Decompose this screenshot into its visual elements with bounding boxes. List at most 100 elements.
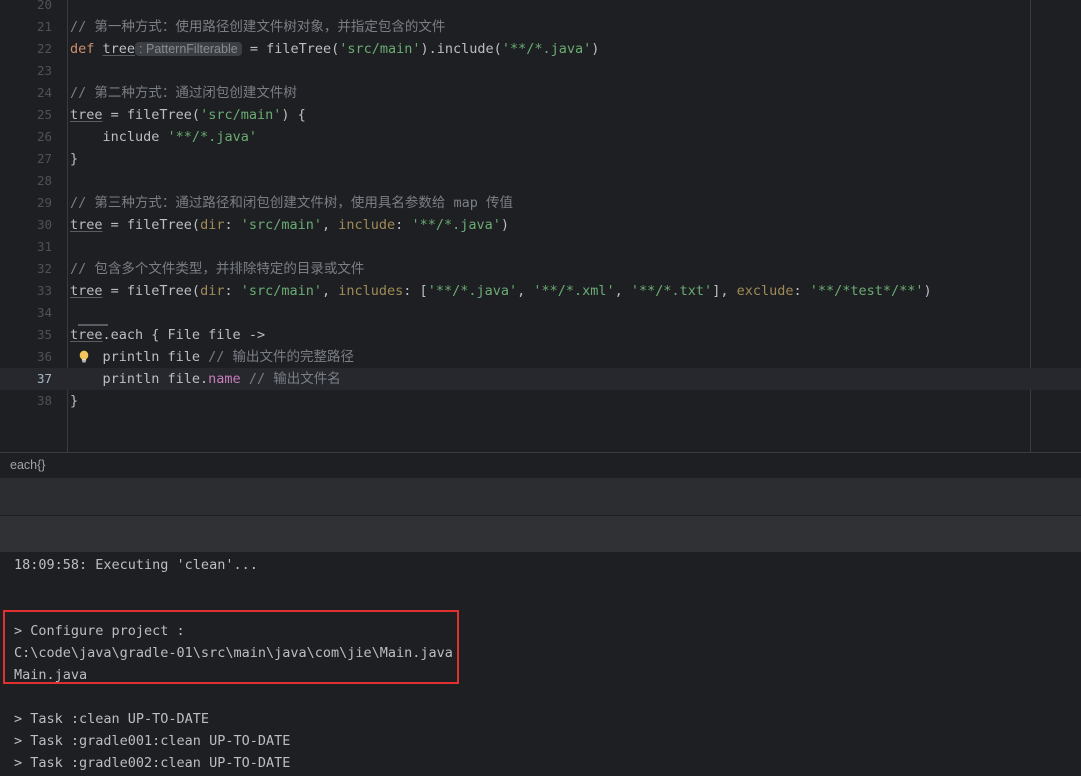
run-toolbar-band <box>0 516 1081 552</box>
code-line[interactable]: 31 <box>0 236 1081 258</box>
code-token: // 输出文件名 <box>248 371 341 387</box>
line-number: 33 <box>36 283 52 298</box>
code-text: tree.each { File file -> <box>70 324 265 346</box>
code-token: ) <box>923 283 932 299</box>
code-token: , <box>322 217 339 233</box>
code-token: , <box>322 283 339 299</box>
code-token: name <box>208 371 241 387</box>
code-line[interactable]: 32 // 包含多个文件类型，并排除特定的目录或文件 <box>0 258 1081 280</box>
code-line[interactable]: 25 tree = fileTree('src/main') { <box>0 104 1081 126</box>
tool-window-header-band <box>0 478 1081 516</box>
console-line: > Task :gradle002:clean UP-TO-DATE <box>14 755 291 771</box>
line-number: 25 <box>36 107 52 122</box>
line-number: 29 <box>36 195 52 210</box>
code-text: println file // 输出文件的完整路径 <box>70 346 355 368</box>
code-line[interactable]: 28 <box>0 170 1081 192</box>
code-token: exclude <box>736 283 794 299</box>
inlay-type-hint[interactable]: : PatternFilterable <box>135 42 242 56</box>
code-token: = fileTree( <box>102 107 201 123</box>
console-line: > Task :clean UP-TO-DATE <box>14 711 210 727</box>
code-line[interactable]: 30 tree = fileTree(dir: 'src/main', inclu… <box>0 214 1081 236</box>
code-token: ], <box>712 283 737 299</box>
code-token: '**/*.java' <box>427 283 518 299</box>
code-token: includes <box>338 283 404 299</box>
code-token: // 输出文件的完整路径 <box>208 349 355 365</box>
code-line[interactable]: 35 tree.each { File file -> <box>0 324 1081 346</box>
line-number: 21 <box>36 19 52 34</box>
line-number: 37 <box>36 371 52 386</box>
code-token: tree <box>70 327 103 343</box>
code-text: println file.name // 输出文件名 <box>70 368 341 390</box>
code-token: '**/*.txt' <box>630 283 713 299</box>
code-token: ).include( <box>420 41 502 57</box>
code-line[interactable]: 23 <box>0 60 1081 82</box>
code-token: ) <box>591 41 600 57</box>
console-lines-container: 18:09:58: Executing 'clean'... > Configur… <box>0 552 1081 774</box>
line-number: 28 <box>36 173 52 188</box>
code-line[interactable]: 20 <box>0 0 1081 16</box>
code-token: : <box>395 217 412 233</box>
line-number: 27 <box>36 151 52 166</box>
code-token: 'src/main' <box>200 107 282 123</box>
gradle-run-console[interactable]: 18:09:58: Executing 'clean'... > Configur… <box>0 552 1081 776</box>
code-line[interactable]: 27} <box>0 148 1081 170</box>
code-token: '**/*.java' <box>411 217 501 233</box>
line-number: 34 <box>36 305 52 320</box>
code-text: } <box>70 148 78 170</box>
breadcrumb-bar: each{} <box>0 452 1081 478</box>
code-text: tree = fileTree(dir: 'src/main', include… <box>70 280 932 302</box>
breadcrumb[interactable]: each{} <box>10 458 45 472</box>
code-token: tree <box>70 107 103 123</box>
line-number: 35 <box>36 327 52 342</box>
code-text: // 第一种方式：使用路径创建文件树对象，并指定包含的文件 <box>70 16 445 38</box>
code-text: // 包含多个文件类型，并排除特定的目录或文件 <box>70 258 364 280</box>
code-token: include <box>338 217 396 233</box>
code-token: : <box>224 283 241 299</box>
line-number: 38 <box>36 393 52 408</box>
code-line[interactable]: 36 println file // 输出文件的完整路径 <box>0 346 1081 368</box>
console-line: C:\code\java\gradle-01\src\main\java\com… <box>14 645 453 661</box>
code-token: 'src/main' <box>240 217 322 233</box>
code-text: // 第二种方式：通过闭包创建文件树 <box>70 82 297 104</box>
line-number: 26 <box>36 129 52 144</box>
code-line[interactable]: 24 // 第二种方式：通过闭包创建文件树 <box>0 82 1081 104</box>
code-line[interactable]: 33 tree = fileTree(dir: 'src/main', inclu… <box>0 280 1081 302</box>
code-line[interactable]: 37 println file.name // 输出文件名 <box>0 368 1081 390</box>
code-line[interactable]: 38} <box>0 390 1081 412</box>
code-token: dir <box>200 217 225 233</box>
code-token: println file. <box>70 371 209 387</box>
code-text: def tree: PatternFilterable = fileTree('… <box>70 38 599 60</box>
lightbulb-icon[interactable] <box>76 349 92 365</box>
code-line[interactable]: 22 def tree: PatternFilterable = fileTree… <box>0 38 1081 60</box>
code-token: : <box>793 283 810 299</box>
code-editor[interactable]: 20 21 // 第一种方式：使用路径创建文件树对象，并指定包含的文件 22 def t… <box>0 0 1081 452</box>
code-token: '**/*.java' <box>501 41 592 57</box>
code-line[interactable]: 34 <box>0 302 1081 324</box>
code-line[interactable]: 29 // 第三种方式：通过路径和闭包创建文件树，使用具名参数给 map 传值 <box>0 192 1081 214</box>
code-token: } <box>70 393 79 409</box>
code-line[interactable]: 21 // 第一种方式：使用路径创建文件树对象，并指定包含的文件 <box>0 16 1081 38</box>
code-lines-container[interactable]: 20 21 // 第一种方式：使用路径创建文件树对象，并指定包含的文件 22 def t… <box>0 0 1081 412</box>
code-token: = fileTree( <box>102 283 201 299</box>
console-line: 18:09:58: Executing 'clean'... <box>14 557 258 573</box>
code-token: // 第三种方式：通过路径和闭包创建文件树，使用具名参数给 map 传值 <box>70 195 514 211</box>
code-token: dir <box>200 283 225 299</box>
code-token: '**/*test*/**' <box>809 283 924 299</box>
line-number: 23 <box>36 63 52 78</box>
code-token: '**/*.xml' <box>533 283 615 299</box>
code-token: tree <box>102 41 136 57</box>
code-token: ) <box>500 217 509 233</box>
code-token: , <box>614 283 631 299</box>
console-line: Main.java <box>14 667 88 683</box>
code-token: def <box>70 41 103 57</box>
line-number: 30 <box>36 217 52 232</box>
console-line: > Configure project : <box>14 623 185 639</box>
code-line[interactable]: 26 include '**/*.java' <box>0 126 1081 148</box>
code-token: , <box>517 283 534 299</box>
console-line: > Task :gradle001:clean UP-TO-DATE <box>14 733 291 749</box>
code-text: include '**/*.java' <box>70 126 257 148</box>
